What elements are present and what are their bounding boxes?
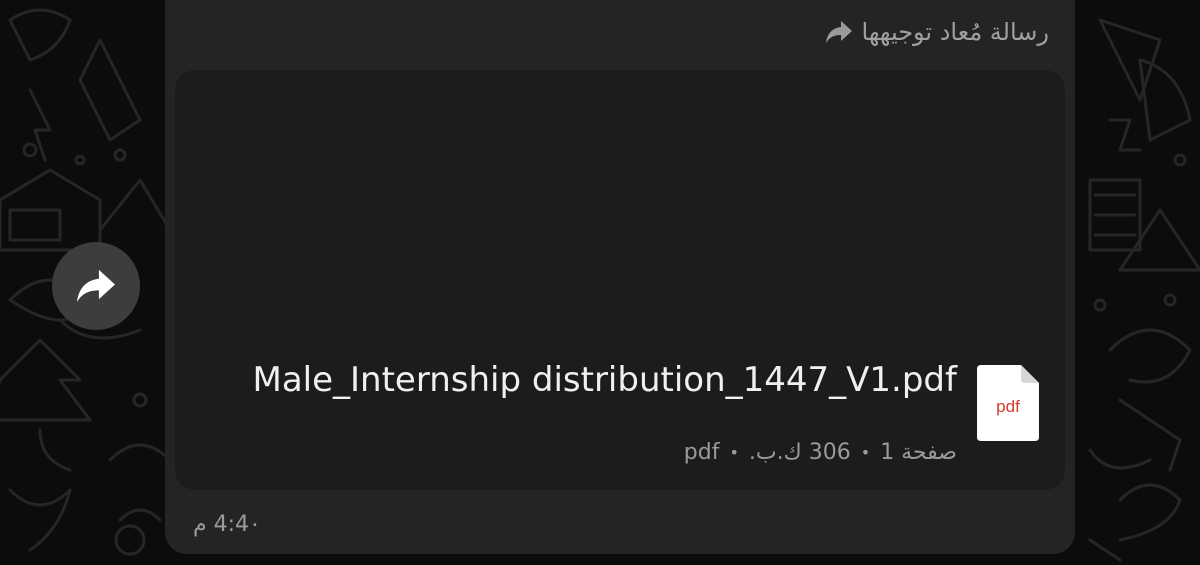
file-size: 306 ك.ب. xyxy=(748,440,851,465)
forward-button[interactable] xyxy=(52,242,140,330)
forwarded-label: رسالة مُعاد توجيهها xyxy=(861,18,1049,46)
forward-arrow-icon xyxy=(74,267,118,305)
forward-arrow-icon xyxy=(824,19,854,45)
document-attachment[interactable]: Male_Internship distribution_1447_V1.pdf… xyxy=(175,70,1065,490)
separator-dot: • xyxy=(860,443,871,462)
message-timestamp: 4:4٠ م xyxy=(193,512,261,537)
file-metadata: صفحة 1 • 306 ك.ب. • pdf xyxy=(684,440,957,465)
separator-dot: • xyxy=(729,443,739,462)
file-type: pdf xyxy=(683,440,720,465)
file-type-label: pdf xyxy=(996,397,1020,416)
page-count: صفحة 1 xyxy=(880,440,957,465)
pdf-file-icon: pdf xyxy=(977,365,1039,441)
file-name: Male_Internship distribution_1447_V1.pdf xyxy=(252,360,957,400)
message-bubble[interactable]: رسالة مُعاد توجيهها Male_Internship dist… xyxy=(165,0,1075,554)
forwarded-header: رسالة مُعاد توجيهها xyxy=(824,18,1049,46)
